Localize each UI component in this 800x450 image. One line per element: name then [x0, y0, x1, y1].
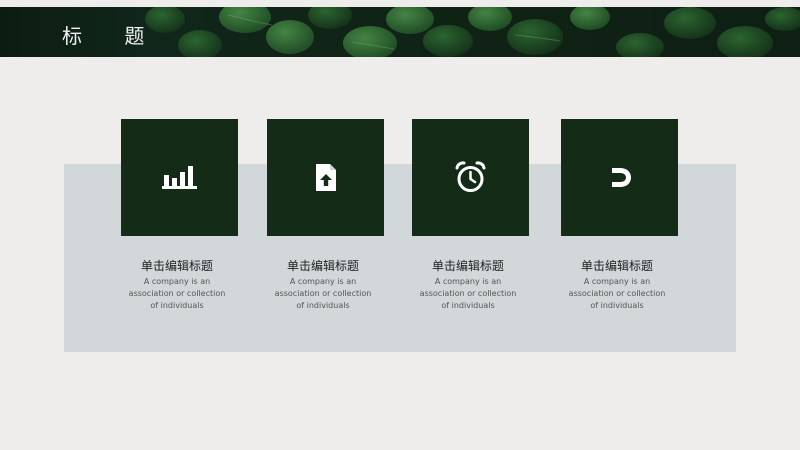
bar-chart-icon — [162, 166, 197, 189]
feature-card-3 — [412, 119, 529, 236]
feature-description: A company is an association or collectio… — [274, 277, 372, 310]
feature-3-text: 单击编辑标题 A company is an association or co… — [393, 258, 543, 312]
document-upload-icon — [316, 164, 336, 191]
feature-description: A company is an association or collectio… — [568, 277, 666, 310]
feature-4-text: 单击编辑标题 A company is an association or co… — [542, 258, 692, 312]
magnet-icon — [608, 168, 631, 187]
feature-1-text: 单击编辑标题 A company is an association or co… — [102, 258, 252, 312]
alarm-clock-icon — [455, 161, 486, 192]
feature-card-4 — [561, 119, 678, 236]
feature-card-1 — [121, 119, 238, 236]
feature-2-text: 单击编辑标题 A company is an association or co… — [248, 258, 398, 312]
feature-card-2 — [267, 119, 384, 236]
feature-title: 单击编辑标题 — [286, 259, 359, 273]
header-banner: 标 题 — [0, 7, 800, 57]
feature-description: A company is an association or collectio… — [128, 277, 226, 310]
feature-title: 单击编辑标题 — [580, 259, 653, 273]
page-title: 标 题 — [62, 24, 163, 48]
feature-title: 单击编辑标题 — [140, 259, 213, 273]
feature-description: A company is an association or collectio… — [419, 277, 517, 310]
feature-title: 单击编辑标题 — [431, 259, 504, 273]
